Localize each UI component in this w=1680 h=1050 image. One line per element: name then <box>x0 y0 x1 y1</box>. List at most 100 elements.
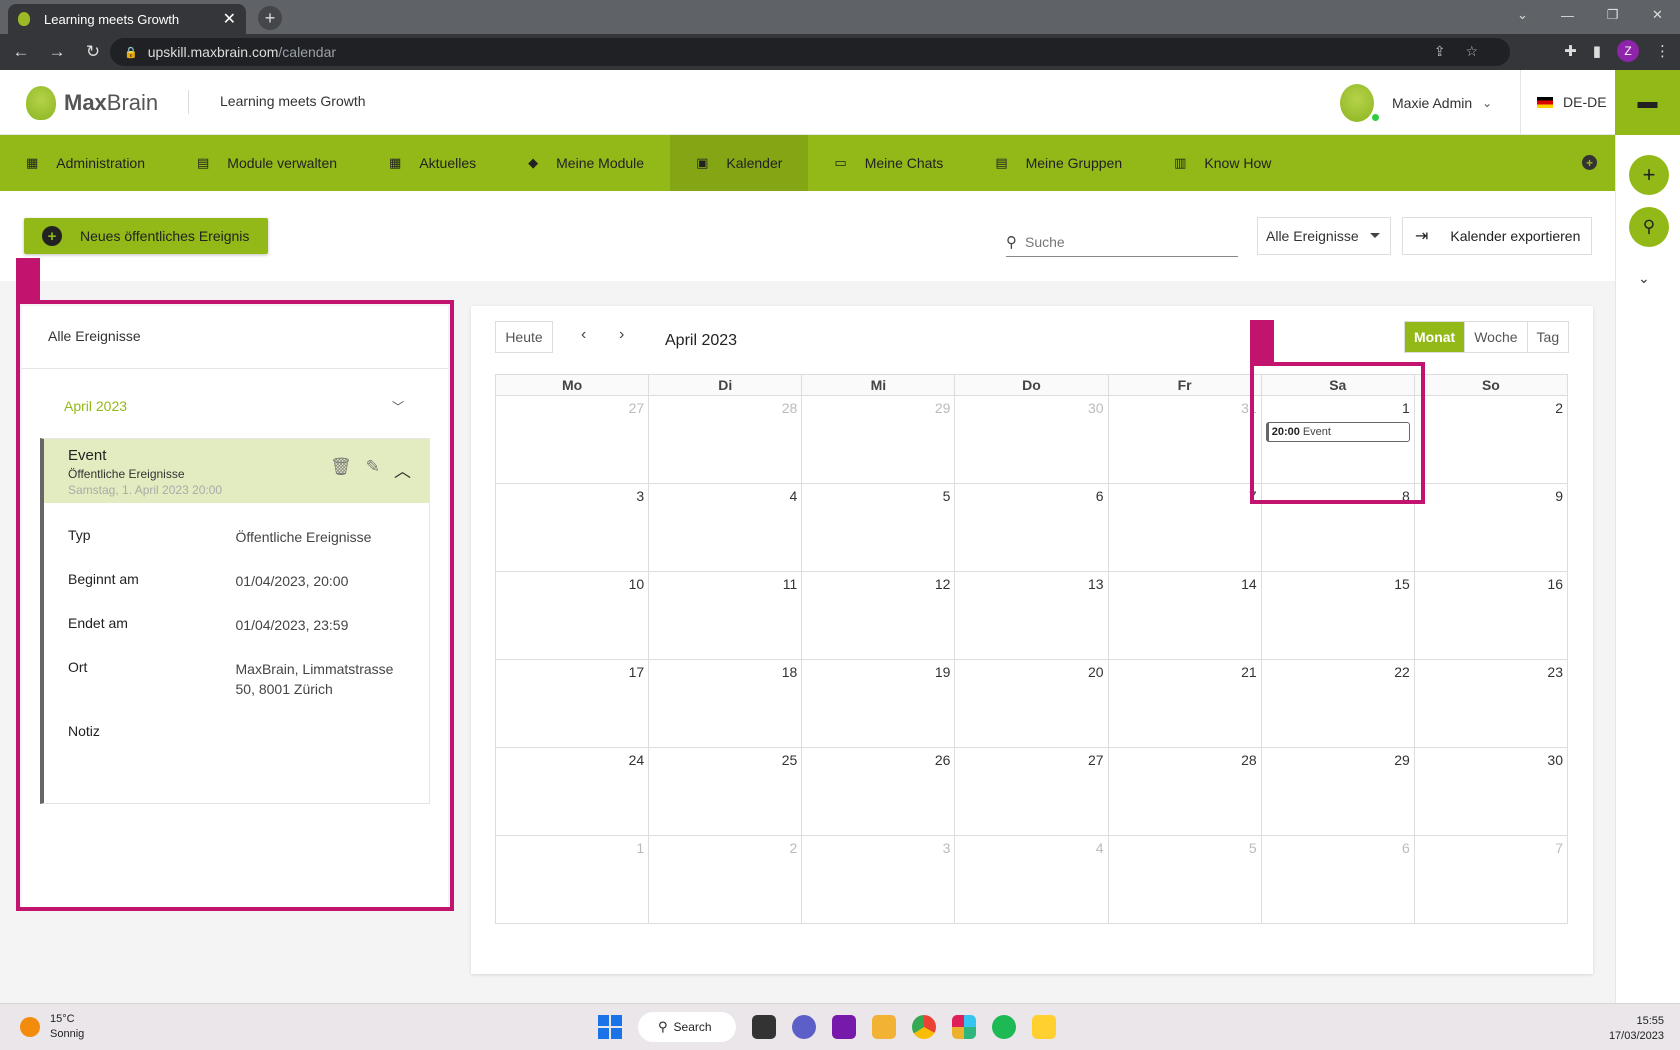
day-cell[interactable]: 22 <box>1260 660 1414 747</box>
user-menu[interactable]: Maxie Admin ⌄ <box>1340 84 1492 122</box>
nav-item-know-how[interactable]: ▥ Know How <box>1148 135 1297 191</box>
view-week-button[interactable]: Woche <box>1464 322 1526 352</box>
share-bookmark-icons[interactable]: ⇪☆ <box>1434 43 1498 60</box>
window-close-icon[interactable]: ✕ <box>1635 0 1680 30</box>
file-explorer-icon[interactable] <box>872 1015 896 1039</box>
day-cell[interactable]: 21 <box>1107 660 1261 747</box>
day-cell[interactable]: 6 <box>954 484 1107 571</box>
tab-search-icon[interactable]: ⌄ <box>1500 0 1545 30</box>
view-month-button[interactable]: Monat <box>1405 322 1465 352</box>
view-day-button[interactable]: Tag <box>1526 322 1569 352</box>
chrome-icon[interactable] <box>912 1015 936 1039</box>
day-cell[interactable]: 1 20:00 Event <box>1260 396 1414 483</box>
delete-icon[interactable]: 🗑 <box>330 457 352 482</box>
day-cell[interactable]: 12 <box>801 572 954 659</box>
chevron-up-icon[interactable]: ︿ <box>394 457 411 482</box>
nav-add-icon[interactable]: + <box>1582 155 1597 170</box>
url-field[interactable]: 🔒 upskill.maxbrain.com/calendar ⇪☆ <box>110 38 1510 66</box>
day-cell[interactable]: 30 <box>954 396 1107 483</box>
system-clock[interactable]: 15:55 17/03/2023 <box>1609 1014 1664 1044</box>
nav-item-aktuelles[interactable]: ▦ Aktuelles <box>363 135 502 191</box>
weather-widget[interactable]: 15°C Sonnig <box>20 1012 84 1042</box>
profile-avatar[interactable]: Z <box>1617 40 1639 62</box>
day-cell[interactable]: 9 <box>1413 484 1567 571</box>
restore-icon[interactable]: ❐ <box>1590 0 1635 30</box>
browser-tab[interactable]: Learning meets Growth ✕ <box>8 4 246 34</box>
day-cell[interactable]: 2 <box>648 836 801 923</box>
day-cell[interactable]: 23 <box>1413 660 1567 747</box>
day-cell[interactable]: 1 <box>496 836 648 923</box>
event-filter-select[interactable]: Alle Ereignisse <box>1257 217 1391 255</box>
edit-icon[interactable]: ✎ <box>366 457 380 482</box>
today-button[interactable]: Heute <box>495 321 553 353</box>
minimize-icon[interactable]: — <box>1545 0 1590 30</box>
day-cell[interactable]: 24 <box>496 748 648 835</box>
nav-item-meine-module[interactable]: ◆ Meine Module <box>502 135 670 191</box>
extensions-icon[interactable]: ✚ <box>1564 42 1577 60</box>
day-cell[interactable]: 25 <box>648 748 801 835</box>
maxbrain-logo[interactable]: MaxBrain <box>26 86 158 120</box>
day-cell[interactable]: 14 <box>1107 572 1261 659</box>
day-cell[interactable]: 4 <box>954 836 1107 923</box>
day-cell[interactable]: 6 <box>1260 836 1414 923</box>
event-card-header[interactable]: Event Öffentliche Ereignisse Samstag, 1.… <box>44 439 429 503</box>
day-cell[interactable]: 20 <box>954 660 1107 747</box>
new-public-event-button[interactable]: + Neues öffentliches Ereignis <box>24 218 268 254</box>
day-cell[interactable]: 30 <box>1413 748 1567 835</box>
expand-chevron-icon[interactable]: ⌄ <box>1638 270 1650 287</box>
nav-item-module-verwalten[interactable]: ▤ Module verwalten <box>171 135 363 191</box>
day-cell[interactable]: 3 <box>801 836 954 923</box>
day-cell[interactable]: 16 <box>1413 572 1567 659</box>
back-icon[interactable]: ← <box>6 42 36 62</box>
day-cell[interactable]: 17 <box>496 660 648 747</box>
day-cell[interactable]: 5 <box>801 484 954 571</box>
export-calendar-button[interactable]: ⇥ Kalender exportieren <box>1402 217 1592 255</box>
windows-start-icon[interactable] <box>598 1015 622 1039</box>
add-button[interactable]: + <box>1629 155 1669 195</box>
nav-item-meine-chats[interactable]: ▭ Meine Chats <box>808 135 969 191</box>
nav-item-administration[interactable]: ▦ Administration <box>0 135 171 191</box>
spotify-icon[interactable] <box>992 1015 1016 1039</box>
tab-close-icon[interactable]: ✕ <box>223 9 236 29</box>
global-search-button[interactable]: ⚲ <box>1629 207 1669 247</box>
chevron-down-icon[interactable]: ﹀ <box>392 398 404 415</box>
day-cell[interactable]: 13 <box>954 572 1107 659</box>
day-cell[interactable]: 11 <box>648 572 801 659</box>
day-cell[interactable]: 8 <box>1260 484 1414 571</box>
nav-item-kalender[interactable]: ▣ Kalender <box>670 135 809 191</box>
day-cell[interactable]: 3 <box>496 484 648 571</box>
chevron-right-icon[interactable]: › <box>619 326 624 344</box>
taskbar-search[interactable]: ⚲ Search <box>638 1012 736 1042</box>
day-cell[interactable]: 2 <box>1413 396 1567 483</box>
day-cell[interactable]: 5 <box>1107 836 1261 923</box>
chevron-left-icon[interactable]: ‹ <box>581 326 586 344</box>
day-cell[interactable]: 27 <box>496 396 648 483</box>
day-cell[interactable]: 10 <box>496 572 648 659</box>
reload-icon[interactable]: ↻ <box>78 42 108 62</box>
day-cell[interactable]: 31 <box>1107 396 1261 483</box>
browser-menu-icon[interactable]: ⋮ <box>1655 42 1670 60</box>
forward-icon[interactable]: → <box>42 42 72 62</box>
language-switcher[interactable]: DE-DE <box>1537 94 1607 110</box>
onenote-icon[interactable] <box>832 1015 856 1039</box>
search-input[interactable] <box>1025 233 1215 250</box>
chat-button[interactable]: ▬ <box>1615 70 1680 135</box>
calendar-event-chip[interactable]: 20:00 Event <box>1265 422 1410 442</box>
teams-icon[interactable] <box>792 1015 816 1039</box>
miro-icon[interactable] <box>1032 1015 1056 1039</box>
day-cell[interactable]: 29 <box>801 396 954 483</box>
day-cell[interactable]: 4 <box>648 484 801 571</box>
nav-item-meine-gruppen[interactable]: ▤ Meine Gruppen <box>969 135 1148 191</box>
task-view-icon[interactable] <box>752 1015 776 1039</box>
new-tab-button[interactable]: + <box>258 6 282 30</box>
day-cell[interactable]: 18 <box>648 660 801 747</box>
day-cell[interactable]: 28 <box>648 396 801 483</box>
side-panel-icon[interactable]: ▮ <box>1593 42 1601 60</box>
day-cell[interactable]: 15 <box>1260 572 1414 659</box>
day-cell[interactable]: 26 <box>801 748 954 835</box>
month-group-header[interactable]: April 2023 ﹀ <box>64 398 404 415</box>
day-cell[interactable]: 27 <box>954 748 1107 835</box>
slack-icon[interactable] <box>952 1015 976 1039</box>
day-cell[interactable]: 7 <box>1413 836 1567 923</box>
day-cell[interactable]: 19 <box>801 660 954 747</box>
